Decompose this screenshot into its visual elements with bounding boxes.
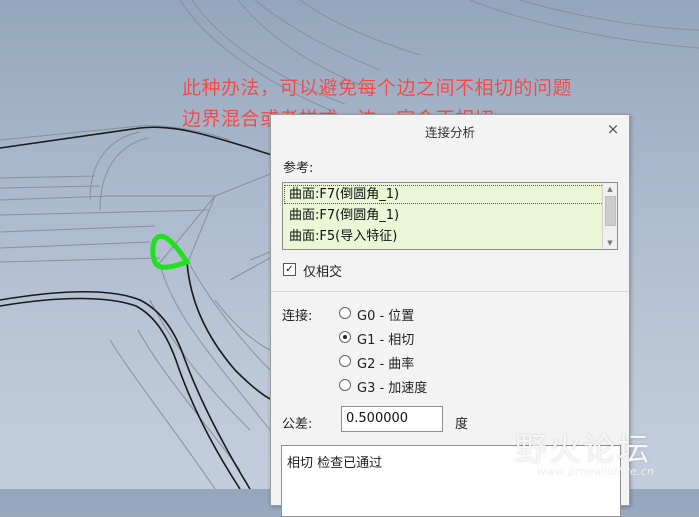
scroll-down-icon[interactable]: ▼ [603, 237, 617, 249]
references-list[interactable]: 曲面:F7(倒圆角_1) 曲面:F7(倒圆角_1) 曲面:F5(导入特征) ▲ … [282, 182, 618, 250]
tolerance-input[interactable] [341, 406, 443, 432]
annotation-line-1: 此种办法，可以避免每个边之间不相切的问题 [182, 77, 573, 99]
radio-button[interactable] [339, 307, 351, 319]
intersect-only-checkbox[interactable]: ✓ [283, 263, 296, 276]
reference-item[interactable]: 曲面:F5(导入特征) [283, 226, 607, 247]
radio-button[interactable] [339, 379, 351, 391]
references-label: 参考: [283, 161, 314, 176]
intersect-only-label: 仅相交 [303, 265, 343, 280]
radio-label: G3 - 加速度 [357, 381, 428, 396]
scroll-thumb[interactable] [605, 196, 616, 226]
radio-label: G0 - 位置 [357, 309, 415, 324]
divider [271, 291, 629, 292]
connection-analysis-dialog: 连接分析 × 参考: 曲面:F7(倒圆角_1) 曲面:F7(倒圆角_1) 曲面:… [270, 114, 630, 517]
radio-label: G1 - 相切 [357, 333, 415, 348]
tangency-marker [150, 233, 191, 270]
references-scrollbar[interactable]: ▲ ▼ [602, 183, 617, 249]
dialog-title: 连接分析 [424, 125, 475, 140]
radio-label: G2 - 曲率 [357, 357, 415, 372]
scroll-up-icon[interactable]: ▲ [603, 183, 617, 195]
close-icon[interactable]: × [605, 121, 621, 137]
result-panel: 相切 检查已通过 [281, 445, 621, 517]
reference-item[interactable]: 曲面:F7(倒圆角_1) [283, 184, 607, 205]
tolerance-label: 公差: [282, 417, 313, 432]
connection-label: 连接: [282, 309, 313, 324]
radio-button[interactable] [339, 331, 351, 343]
radio-button[interactable] [339, 355, 351, 367]
reference-item[interactable]: 曲面:F7(倒圆角_1) [283, 205, 607, 226]
dialog-titlebar[interactable]: 连接分析 × [271, 115, 629, 143]
result-text: 相切 检查已通过 [287, 456, 383, 471]
tolerance-unit: 度 [455, 417, 469, 432]
